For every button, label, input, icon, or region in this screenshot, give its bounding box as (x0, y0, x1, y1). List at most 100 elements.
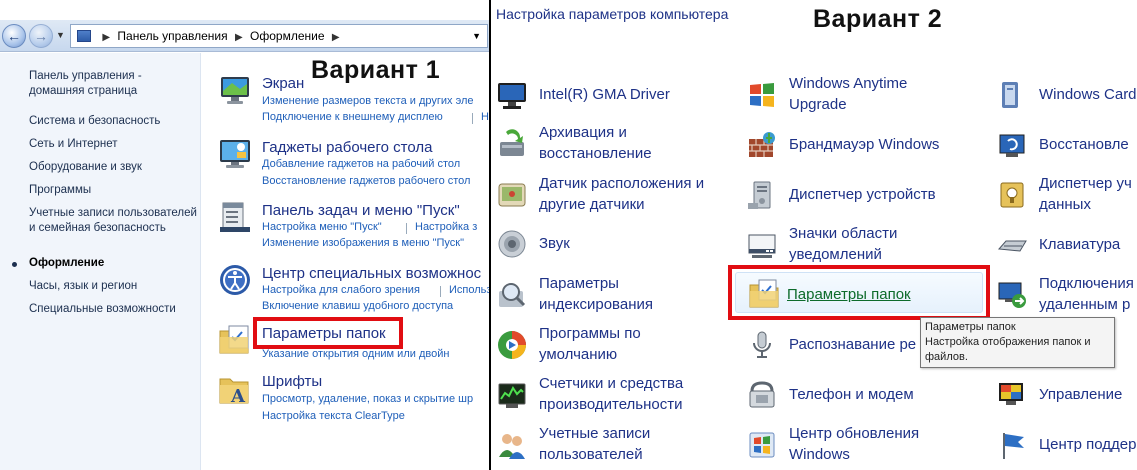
item-folder-options-label[interactable]: Параметры папок (787, 286, 911, 303)
category-taskbar-title[interactable]: Панель задач и меню "Пуск" (262, 202, 460, 219)
category-gadgets-title[interactable]: Гаджеты рабочего стола (262, 139, 432, 156)
sidebar: Панель управления - домашняя страница Си… (0, 53, 201, 470)
item-notification-icons[interactable]: Значки области уведомлений (746, 223, 976, 271)
sidebar-item-clock-region[interactable]: Часы, язык и регион (29, 279, 137, 294)
item-label: Диспетчер устройств (789, 186, 936, 203)
item-label: Управление (1039, 386, 1123, 403)
item-label: Датчик расположения и другие датчики (539, 175, 705, 213)
speaker-icon (498, 230, 526, 258)
sidebar-item-network[interactable]: Сеть и Интернет (29, 137, 118, 152)
link-customize-icons[interactable]: Настройка з (415, 221, 477, 233)
link-separator (472, 113, 473, 124)
link-single-double-click[interactable]: Указание открытия одним или двойн (262, 348, 449, 360)
sidebar-item-hardware-sound[interactable]: Оборудование и звук (29, 160, 142, 175)
category-ease-of-access-title[interactable]: Центр специальных возможнос (262, 265, 481, 282)
chevron-right-icon: ▶ (331, 32, 340, 43)
back-button[interactable]: ← (2, 24, 26, 48)
link-use-without-display[interactable]: Использ (449, 284, 489, 296)
default-programs-icon (498, 331, 526, 359)
sidebar-item-home[interactable]: Панель управления - домашняя страница (29, 69, 159, 99)
link-sticky-keys[interactable]: Включение клавиш удобного доступа (262, 300, 453, 312)
keyboard-icon (997, 240, 1027, 252)
sidebar-item-programs[interactable]: Программы (29, 183, 91, 198)
performance-icon (498, 383, 526, 408)
item-label: Клавиатура (1039, 236, 1121, 253)
link-connect-external-display[interactable]: Подключение к внешнему дисплею (262, 111, 443, 123)
link-add-gadgets[interactable]: Добавление гаджетов на рабочий стол (262, 158, 460, 170)
item-device-manager[interactable]: Диспетчер устройств (746, 173, 976, 221)
sidebar-item-appearance[interactable]: Оформление (29, 256, 104, 271)
taskbar-icon[interactable] (218, 200, 252, 234)
item-phone-modem[interactable]: Телефон и модем (746, 373, 976, 421)
sidebar-item-system-security[interactable]: Система и безопасность (29, 114, 160, 129)
link-customize-start-menu[interactable]: Настройка меню "Пуск" (262, 221, 382, 233)
sidebar-item-user-accounts[interactable]: Учетные записи пользователей и семейная … (29, 206, 197, 236)
folder-options-highlight[interactable]: Параметры папок (253, 317, 403, 349)
link-display-extra[interactable]: Н (481, 111, 489, 123)
item-indexing-options[interactable]: Параметры индексирования (496, 273, 726, 321)
category-fonts-title[interactable]: Шрифты (262, 373, 322, 390)
notification-icons-icon (748, 234, 776, 258)
address-dropdown-icon[interactable]: ▼ (472, 25, 481, 47)
category-folder-options-title[interactable]: Параметры папок (262, 325, 386, 342)
item-performance[interactable]: Счетчики и средства производительности (496, 373, 726, 421)
variant2-title: Вариант 2 (813, 5, 943, 33)
item-label: Диспетчер уч данных (1039, 175, 1132, 213)
history-dropdown-icon[interactable]: ▼ (56, 30, 65, 40)
item-label: Центр обновления Windows (789, 425, 920, 463)
fonts-icon[interactable]: A (218, 373, 252, 407)
item-speech-recognition[interactable]: Распознавание ре (746, 323, 926, 371)
backup-icon (500, 129, 524, 156)
action-center-icon (1003, 433, 1024, 459)
link-change-start-picture[interactable]: Изменение изображения в меню "Пуск" (262, 237, 464, 249)
folder-options-tooltip: Параметры папок Настройка отображения па… (920, 317, 1115, 368)
link-restore-gadgets[interactable]: Восстановление гаджетов рабочего стол (262, 175, 470, 187)
device-manager-icon (748, 181, 771, 209)
item-sound[interactable]: Звук (496, 222, 726, 270)
link-low-vision[interactable]: Настройка для слабого зрения (262, 284, 420, 296)
item-windows-cardspace[interactable]: Windows Card (996, 73, 1137, 121)
item-location-sensors[interactable]: Датчик расположения и другие датчики (496, 173, 726, 221)
folder-options-highlight[interactable]: Параметры папок (728, 265, 990, 320)
item-intel-gma[interactable]: Intel(R) GMA Driver (496, 73, 726, 121)
phone-icon (749, 381, 775, 408)
item-backup-restore[interactable]: Архивация и восстановление (496, 122, 726, 170)
tooltip-text: Настройка отображения папок и файлов. (925, 336, 1091, 363)
link-change-text-size[interactable]: Изменение размеров текста и других эле (262, 95, 473, 107)
display-icon[interactable] (218, 73, 252, 107)
item-label: Архивация и восстановление (539, 124, 652, 162)
breadcrumb[interactable]: ▶ Панель управления ▶ Оформление ▶ ▼ (70, 24, 488, 48)
credential-manager-icon (1000, 182, 1024, 208)
item-color-management[interactable]: Управление (996, 373, 1137, 421)
variant2-panel: Настройка параметров компьютера Вариант … (491, 0, 1137, 470)
category-display-title[interactable]: Экран (262, 75, 304, 92)
variant1-panel: ← → ▼ ▶ Панель управления ▶ Оформление ▶… (0, 0, 489, 470)
item-windows-update[interactable]: Центр обновления Windows (746, 423, 976, 470)
folder-options-icon[interactable] (218, 323, 252, 357)
svg-text:A: A (230, 386, 246, 407)
recovery-icon (999, 134, 1025, 157)
sidebar-item-ease-of-access[interactable]: Специальные возможности (29, 302, 176, 317)
item-anytime-upgrade[interactable]: Windows Anytime Upgrade (746, 73, 976, 121)
forward-button[interactable]: → (29, 24, 53, 48)
item-keyboard[interactable]: Клавиатура (996, 223, 1137, 271)
gadgets-icon[interactable] (218, 136, 252, 170)
item-user-accounts[interactable]: Учетные записи пользователей (496, 423, 726, 470)
windows-update-icon (749, 432, 775, 458)
breadcrumb-appearance[interactable]: Оформление (250, 29, 324, 43)
item-action-center[interactable]: Центр поддер (996, 423, 1137, 470)
page-title: Настройка параметров компьютера (496, 6, 729, 22)
sensor-icon (498, 183, 526, 207)
link-view-fonts[interactable]: Просмотр, удаление, показ и скрытие шр (262, 393, 473, 405)
item-remote-connections[interactable]: Подключения удаленным р (996, 273, 1137, 321)
item-label: Windows Anytime Upgrade (789, 75, 908, 113)
item-windows-firewall[interactable]: Брандмауэр Windows (746, 123, 976, 171)
ease-of-access-icon[interactable] (218, 263, 252, 297)
item-default-programs[interactable]: Программы по умолчанию (496, 323, 726, 371)
item-credential-manager[interactable]: Диспетчер уч данных (996, 173, 1137, 221)
color-management-icon (999, 383, 1023, 405)
item-label: Windows Card (1039, 86, 1137, 103)
link-cleartype[interactable]: Настройка текста ClearType (262, 410, 405, 422)
item-recovery[interactable]: Восстановле (996, 123, 1137, 171)
breadcrumb-control-panel[interactable]: Панель управления (117, 29, 227, 43)
